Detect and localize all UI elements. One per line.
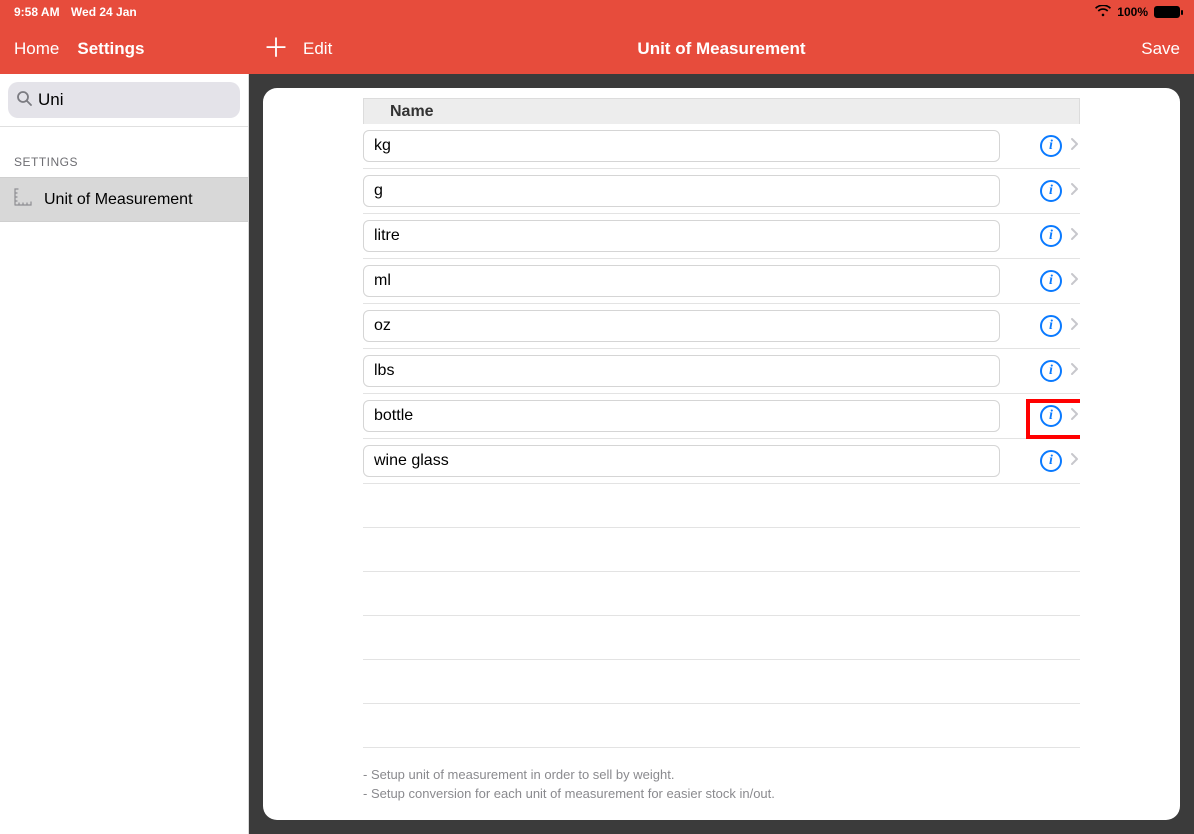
chevron-right-icon[interactable] [1070,317,1080,336]
table-row: i [363,124,1080,169]
unit-name-input[interactable] [363,445,1000,477]
info-icon[interactable]: i [1040,225,1062,247]
content-area: Name i i i i i i i i - Setup unit of measuremen… [249,74,1194,834]
table-row: i [363,304,1080,349]
edit-button[interactable]: Edit [303,39,332,59]
info-icon[interactable]: i [1040,405,1062,427]
chevron-right-icon[interactable] [1070,407,1080,426]
table-row-empty [363,572,1080,616]
footer-notes: - Setup unit of measurement in order to … [263,756,1180,820]
rows-container: i i i i i i i i [363,124,1080,756]
chevron-right-icon[interactable] [1070,137,1080,156]
unit-name-input[interactable] [363,130,1000,162]
search-icon [16,90,32,111]
row-actions: i [1010,180,1080,202]
battery-pct: 100% [1117,5,1148,19]
sidebar: ✕ SETTINGS Unit of Measurement [0,74,249,834]
table-row-empty [363,528,1080,572]
sidebar-item-label: Unit of Measurement [44,191,193,209]
info-icon[interactable]: i [1040,270,1062,292]
ruler-icon [14,188,32,211]
table-row-empty [363,660,1080,704]
search-input[interactable] [38,90,259,110]
home-button[interactable]: Home [14,39,59,59]
chevron-right-icon[interactable] [1070,452,1080,471]
info-icon[interactable]: i [1040,135,1062,157]
table-row: i [363,169,1080,214]
row-actions: i [1010,360,1080,382]
search-field[interactable]: ✕ [8,82,240,118]
page-title: Unit of Measurement [249,39,1194,59]
row-actions: i [1010,450,1080,472]
unit-name-input[interactable] [363,400,1000,432]
unit-name-input[interactable] [363,175,1000,207]
chevron-right-icon[interactable] [1070,182,1080,201]
unit-name-input[interactable] [363,355,1000,387]
status-bar: 9:58 AM Wed 24 Jan 100% [0,0,1194,24]
table-row-empty [363,616,1080,660]
toolbar: Home Settings ＋ Edit Unit of Measurement… [0,24,1194,74]
table-row-empty [363,704,1080,748]
wifi-icon [1095,5,1111,20]
info-icon[interactable]: i [1040,180,1062,202]
battery-icon [1154,6,1180,18]
table-row-empty [363,484,1080,528]
footer-line-2: - Setup conversion for each unit of meas… [363,785,1080,804]
sheet: Name i i i i i i i i - Setup unit of measuremen… [263,88,1180,820]
row-actions: i [1010,135,1080,157]
status-date: Wed 24 Jan [71,5,137,19]
table-row: i [363,214,1080,259]
column-header-name: Name [363,98,1080,124]
info-icon[interactable]: i [1040,315,1062,337]
chevron-right-icon[interactable] [1070,272,1080,291]
sidebar-section-label: SETTINGS [0,127,248,177]
sidebar-item-unit-of-measurement[interactable]: Unit of Measurement [0,177,248,222]
footer-line-1: - Setup unit of measurement in order to … [363,766,1080,785]
row-actions: i [1010,405,1080,427]
table-row: i [363,259,1080,304]
settings-button[interactable]: Settings [77,39,144,59]
unit-name-input[interactable] [363,310,1000,342]
unit-name-input[interactable] [363,265,1000,297]
row-actions: i [1010,225,1080,247]
unit-name-input[interactable] [363,220,1000,252]
add-button[interactable]: ＋ [263,35,289,61]
row-actions: i [1010,270,1080,292]
chevron-right-icon[interactable] [1070,362,1080,381]
info-icon[interactable]: i [1040,360,1062,382]
table-row: i [363,349,1080,394]
save-button[interactable]: Save [1141,39,1180,59]
table-row: i [363,394,1080,439]
row-actions: i [1010,315,1080,337]
status-time: 9:58 AM [14,5,60,19]
info-icon[interactable]: i [1040,450,1062,472]
chevron-right-icon[interactable] [1070,227,1080,246]
table-row: i [363,439,1080,484]
